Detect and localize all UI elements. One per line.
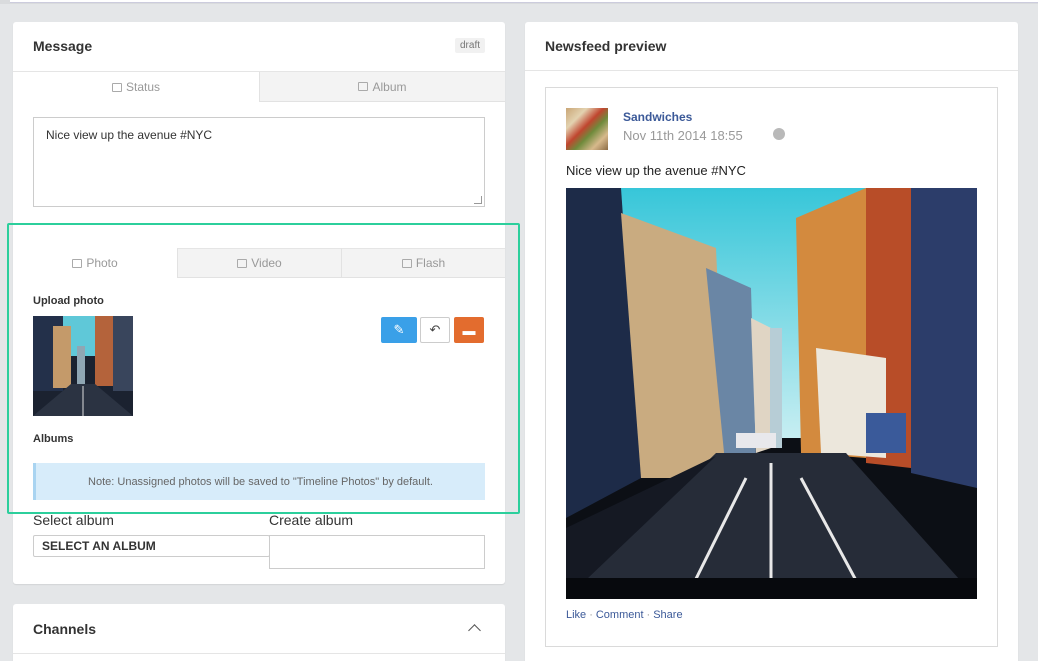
- page-name-link[interactable]: Sandwiches: [623, 110, 692, 124]
- post-actions: Like · Comment · Share: [566, 609, 683, 621]
- draft-badge: draft: [454, 38, 485, 53]
- chevron-up-icon[interactable]: [468, 624, 481, 637]
- like-link[interactable]: Like: [566, 609, 586, 621]
- image-icon: [72, 258, 83, 268]
- post-preview-card: Sandwiches Nov 11th 2014 18:55 Nice view…: [545, 87, 998, 647]
- tab-photo[interactable]: Photo: [13, 248, 177, 278]
- tab-flash[interactable]: Flash: [341, 248, 505, 278]
- tab-status[interactable]: Status: [13, 72, 259, 102]
- document-icon: [111, 82, 122, 92]
- top-bar: [0, 0, 1038, 4]
- delete-photo-button[interactable]: ▬: [454, 317, 484, 343]
- post-date: Nov 11th 2014 18:55: [623, 128, 743, 143]
- tab-video[interactable]: Video: [177, 248, 341, 278]
- tab-album-label: Album: [372, 79, 407, 94]
- avatar: [566, 108, 608, 150]
- undo-icon: ↶: [429, 322, 441, 337]
- message-panel: Message draft Status Album Nice view up …: [13, 22, 505, 584]
- top-bar-edge: [10, 0, 1038, 3]
- comment-link[interactable]: Comment: [596, 609, 644, 621]
- newsfeed-panel: Newsfeed preview Sandwiches Nov 11th 201…: [525, 22, 1018, 661]
- share-link[interactable]: Share: [653, 609, 682, 621]
- tab-flash-label: Flash: [415, 256, 446, 270]
- newsfeed-title: Newsfeed preview: [545, 38, 667, 54]
- uploaded-photo-thumbnail[interactable]: [33, 316, 133, 416]
- separator: ·: [589, 609, 593, 621]
- channels-panel: Channels: [13, 604, 505, 661]
- tab-photo-label: Photo: [86, 256, 118, 270]
- create-album-input[interactable]: [269, 535, 485, 569]
- edit-photo-button[interactable]: ✎: [381, 317, 417, 343]
- tab-status-label: Status: [125, 80, 161, 94]
- message-type-tabs: Status Album: [13, 71, 505, 102]
- city-street-image: [566, 188, 977, 599]
- upload-photo-label: Upload photo: [33, 295, 104, 307]
- separator: ·: [646, 609, 651, 621]
- trash-icon: ▬: [462, 322, 476, 338]
- select-album-label: Select album: [33, 512, 114, 528]
- media-type-tabs: Photo Video Flash: [13, 248, 505, 278]
- image-icon: [358, 82, 369, 91]
- message-title: Message: [33, 38, 93, 54]
- globe-icon: [773, 128, 785, 140]
- city-street-image: [33, 316, 133, 416]
- channels-divider: [13, 653, 505, 654]
- newsfeed-divider: [525, 70, 1018, 71]
- select-album-dropdown[interactable]: SELECT AN ALBUM: [33, 535, 270, 557]
- create-album-label: Create album: [269, 512, 354, 528]
- status-textarea[interactable]: Nice view up the avenue #NYC: [33, 117, 485, 207]
- timeline-note: Note: Unassigned photos will be saved to…: [33, 463, 485, 500]
- resize-grip[interactable]: [474, 196, 482, 204]
- post-image: [566, 188, 977, 599]
- magic-wand-icon: ✎: [393, 322, 405, 337]
- tab-album[interactable]: Album: [259, 72, 505, 102]
- undo-button[interactable]: ↶: [420, 317, 450, 343]
- film-icon: [401, 258, 412, 268]
- post-text: Nice view up the avenue #NYC: [566, 163, 746, 178]
- channels-title: Channels: [33, 621, 97, 637]
- tab-video-label: Video: [251, 256, 282, 270]
- status-text: Nice view up the avenue #NYC: [46, 128, 213, 142]
- film-icon: [237, 258, 248, 268]
- albums-label: Albums: [33, 433, 74, 445]
